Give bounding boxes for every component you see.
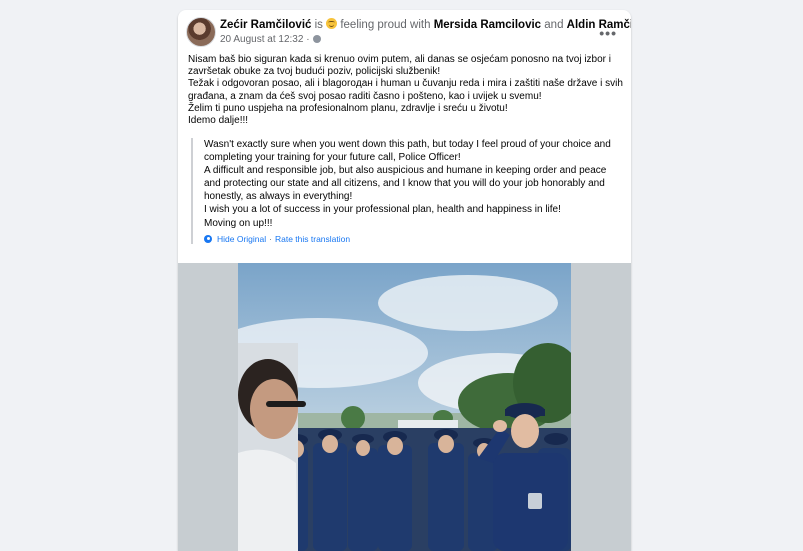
hide-original-link[interactable]: Hide Original	[217, 234, 266, 244]
proud-emoji-icon	[326, 18, 338, 29]
post-date[interactable]: 20 August at 12:32	[220, 34, 303, 45]
globe-icon[interactable]	[313, 35, 322, 43]
original-text: Nisam baš bio siguran kada si krenuo ovi…	[188, 54, 623, 127]
post-photo[interactable]	[238, 263, 571, 551]
post-author-line: Zećir Ramčilović is feeling proud with M…	[220, 18, 631, 32]
meta-separator: ·	[306, 34, 310, 45]
translation-block: Wasn't exactly sure when you went down t…	[191, 138, 631, 244]
and-text: and	[544, 19, 564, 31]
post-photo-container[interactable]	[178, 263, 631, 551]
is-text: is	[314, 19, 323, 31]
translate-gear-icon	[204, 234, 212, 243]
ceremony-photo	[238, 263, 571, 551]
post-text: Nisam baš bio siguran kada si krenuo ovi…	[188, 54, 623, 127]
more-options-icon[interactable]: •••	[599, 25, 617, 41]
post-card: Zećir Ramčilović is feeling proud with M…	[178, 10, 631, 551]
translation-text: Wasn't exactly sure when you went down t…	[204, 139, 611, 229]
tagged-person-1[interactable]: Mersida Ramcilovic	[434, 19, 541, 31]
feeling-text: feeling proud with	[340, 19, 431, 31]
link-separator: ·	[269, 233, 272, 244]
avatar[interactable]	[186, 17, 216, 47]
rate-translation-link[interactable]: Rate this translation	[275, 234, 350, 244]
post-header: Zećir Ramčilović is feeling proud with M…	[186, 17, 631, 47]
translation-links: Hide Original · Rate this translation	[204, 234, 631, 244]
post-meta: 20 August at 12:32 ·	[220, 34, 322, 45]
author-name[interactable]: Zećir Ramčilović	[220, 19, 311, 31]
